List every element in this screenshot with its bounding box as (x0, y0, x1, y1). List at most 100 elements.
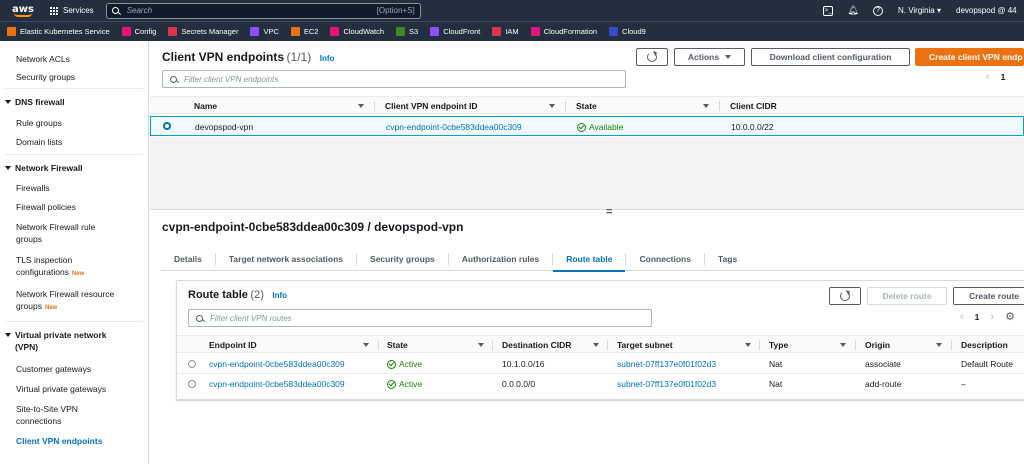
column-header-endpoint-id[interactable]: Client VPN endpoint ID (385, 101, 478, 111)
table-row[interactable]: cvpn-endpoint-0cbe583ddea00c309 Active 1… (177, 354, 1024, 374)
item-label: TLS inspection (16, 255, 73, 265)
create-route-button[interactable]: Create route (953, 287, 1024, 305)
tab-details[interactable]: Details (161, 252, 216, 265)
sort-icon[interactable] (593, 343, 599, 347)
favorite-label: EC2 (303, 27, 319, 36)
detail-tabs: Details Target network associations Secu… (161, 247, 1024, 272)
favorite-eks[interactable]: Elastic Kubernetes Service (7, 27, 110, 36)
help-icon[interactable]: ? (872, 5, 883, 16)
favorite-s3[interactable]: S3 (396, 27, 418, 36)
favorite-secrets-manager[interactable]: Secrets Manager (168, 27, 238, 36)
column-divider (378, 340, 379, 350)
delete-route-button[interactable]: Delete route (867, 287, 947, 305)
page-number[interactable]: 1 (1001, 72, 1006, 82)
column-divider (759, 340, 760, 350)
tab-tags[interactable]: Tags (705, 253, 750, 265)
endpoints-filter-input[interactable]: Filter client VPN endpoints (162, 70, 626, 88)
favorite-iam[interactable]: IAM (492, 27, 519, 36)
column-header-state[interactable]: State (576, 101, 597, 111)
region-selector[interactable]: N. Virginia ▾ (898, 6, 941, 15)
tab-route-table[interactable]: Route table (553, 252, 627, 272)
info-link[interactable]: Info (320, 54, 335, 63)
route-endpoint-link[interactable]: cvpn-endpoint-0cbe583ddea00c309 (209, 359, 345, 369)
account-menu[interactable]: devopspod @ 44 (956, 6, 1020, 15)
sort-icon[interactable] (703, 104, 709, 108)
sidebar-item-customer-gateways[interactable]: Customer gateways (16, 363, 91, 375)
sort-icon[interactable] (745, 343, 751, 347)
sidebar: Network ACLs Security groups DNS firewal… (0, 41, 149, 464)
sort-icon[interactable] (358, 104, 364, 108)
sidebar-item-nf-resource-groups[interactable]: Network Firewall resource groups New (16, 288, 114, 314)
chevron-right-icon[interactable]: › (990, 311, 994, 323)
favorite-ec2[interactable]: EC2 (290, 27, 319, 36)
column-header-endpoint-id[interactable]: Endpoint ID (209, 340, 257, 350)
aws-logo[interactable]: aws (4, 4, 42, 17)
column-header-type[interactable]: Type (769, 340, 788, 350)
row-select-radio[interactable] (188, 380, 196, 388)
endpoint-id-link[interactable]: cvpn-endpoint-0cbe583ddea00c309 (386, 122, 522, 132)
sidebar-item-site-to-site-vpn[interactable]: Site-to-Site VPN connections (16, 403, 78, 427)
actions-button[interactable]: Actions (674, 48, 745, 66)
route-endpoint-link[interactable]: cvpn-endpoint-0cbe583ddea00c309 (209, 379, 345, 389)
sidebar-section-dns-firewall[interactable]: DNS firewall (5, 96, 65, 108)
item-label: groups (16, 301, 42, 311)
sidebar-item-firewall-policies[interactable]: Firewall policies (16, 201, 76, 213)
sidebar-item-virtual-private-gateways[interactable]: Virtual private gateways (16, 383, 106, 395)
sidebar-section-network-firewall[interactable]: Network Firewall (5, 162, 83, 174)
favorite-cloud9[interactable]: Cloud9 (609, 27, 646, 36)
sidebar-item-security-groups[interactable]: Security groups (16, 71, 75, 83)
sidebar-item-network-acls[interactable]: Network ACLs (16, 53, 70, 65)
sidebar-section-vpn[interactable]: Virtual private network (VPN) (5, 329, 106, 353)
info-link[interactable]: Info (272, 291, 287, 300)
sidebar-item-client-vpn-endpoints[interactable]: Client VPN endpoints (16, 435, 102, 447)
chevron-left-icon[interactable]: ‹ (986, 71, 990, 83)
services-menu[interactable]: Services (50, 6, 94, 15)
table-row[interactable]: devopspod-vpn cvpn-endpoint-0cbe583ddea0… (150, 116, 1024, 136)
global-search-input[interactable]: Search [Option+S] (105, 2, 421, 19)
sidebar-item-firewalls[interactable]: Firewalls (16, 182, 50, 194)
page-number[interactable]: 1 (975, 312, 980, 322)
target-subnet-link[interactable]: subnet-07ff137e0f01f02d3 (617, 379, 716, 389)
refresh-button[interactable] (829, 287, 861, 305)
search-shortcut: [Option+S] (376, 6, 415, 15)
column-header-state[interactable]: State (387, 340, 408, 350)
split-handle-icon[interactable]: = (606, 207, 612, 218)
route-count: (2) (250, 289, 264, 301)
favorite-cloudformation[interactable]: CloudFormation (530, 27, 597, 36)
favorite-cloudwatch[interactable]: CloudWatch (330, 27, 384, 36)
tab-target-network-associations[interactable]: Target network associations (216, 252, 358, 265)
tab-security-groups[interactable]: Security groups (357, 252, 449, 265)
gear-icon[interactable]: ⚙ (1005, 310, 1015, 323)
column-header-name[interactable]: Name (194, 101, 217, 111)
sort-icon[interactable] (478, 343, 484, 347)
sidebar-item-nf-rule-groups[interactable]: Network Firewall rule groups (16, 221, 95, 245)
target-subnet-link[interactable]: subnet-07ff137e0f01f02d3 (617, 359, 716, 369)
tab-authorization-rules[interactable]: Authorization rules (449, 252, 554, 265)
table-row[interactable]: cvpn-endpoint-0cbe583ddea00c309 Active 0… (177, 374, 1024, 394)
favorite-cloudfront[interactable]: CloudFront (430, 27, 480, 36)
column-header-client-cidr[interactable]: Client CIDR (730, 101, 777, 111)
tab-connections[interactable]: Connections (626, 252, 705, 265)
sidebar-item-domain-lists[interactable]: Domain lists (16, 136, 62, 148)
refresh-button[interactable] (636, 48, 668, 66)
sort-icon[interactable] (936, 343, 942, 347)
row-select-radio[interactable] (163, 122, 171, 130)
row-select-radio[interactable] (188, 360, 196, 368)
create-client-vpn-endpoint-button[interactable]: Create client VPN endp (915, 48, 1024, 66)
column-header-destination-cidr[interactable]: Destination CIDR (502, 340, 571, 350)
download-client-configuration-button[interactable]: Download client configuration (751, 48, 910, 66)
column-header-description[interactable]: Description (961, 340, 1008, 350)
sidebar-item-tls-inspection[interactable]: TLS inspection configurations New (16, 254, 84, 280)
chevron-left-icon[interactable]: ‹ (960, 311, 964, 323)
favorite-vpc[interactable]: VPC (250, 27, 279, 36)
column-header-target-subnet[interactable]: Target subnet (617, 340, 673, 350)
bell-icon[interactable]: 🔔︎ (847, 5, 858, 16)
column-header-origin[interactable]: Origin (865, 340, 890, 350)
favorite-config[interactable]: Config (121, 27, 156, 36)
sort-icon[interactable] (549, 104, 555, 108)
sidebar-item-rule-groups[interactable]: Rule groups (16, 117, 62, 129)
cloudshell-icon[interactable]: >_ (822, 5, 833, 16)
routes-filter-input[interactable]: Filter client VPN routes (188, 309, 652, 327)
sort-icon[interactable] (840, 343, 846, 347)
sort-icon[interactable] (363, 343, 369, 347)
